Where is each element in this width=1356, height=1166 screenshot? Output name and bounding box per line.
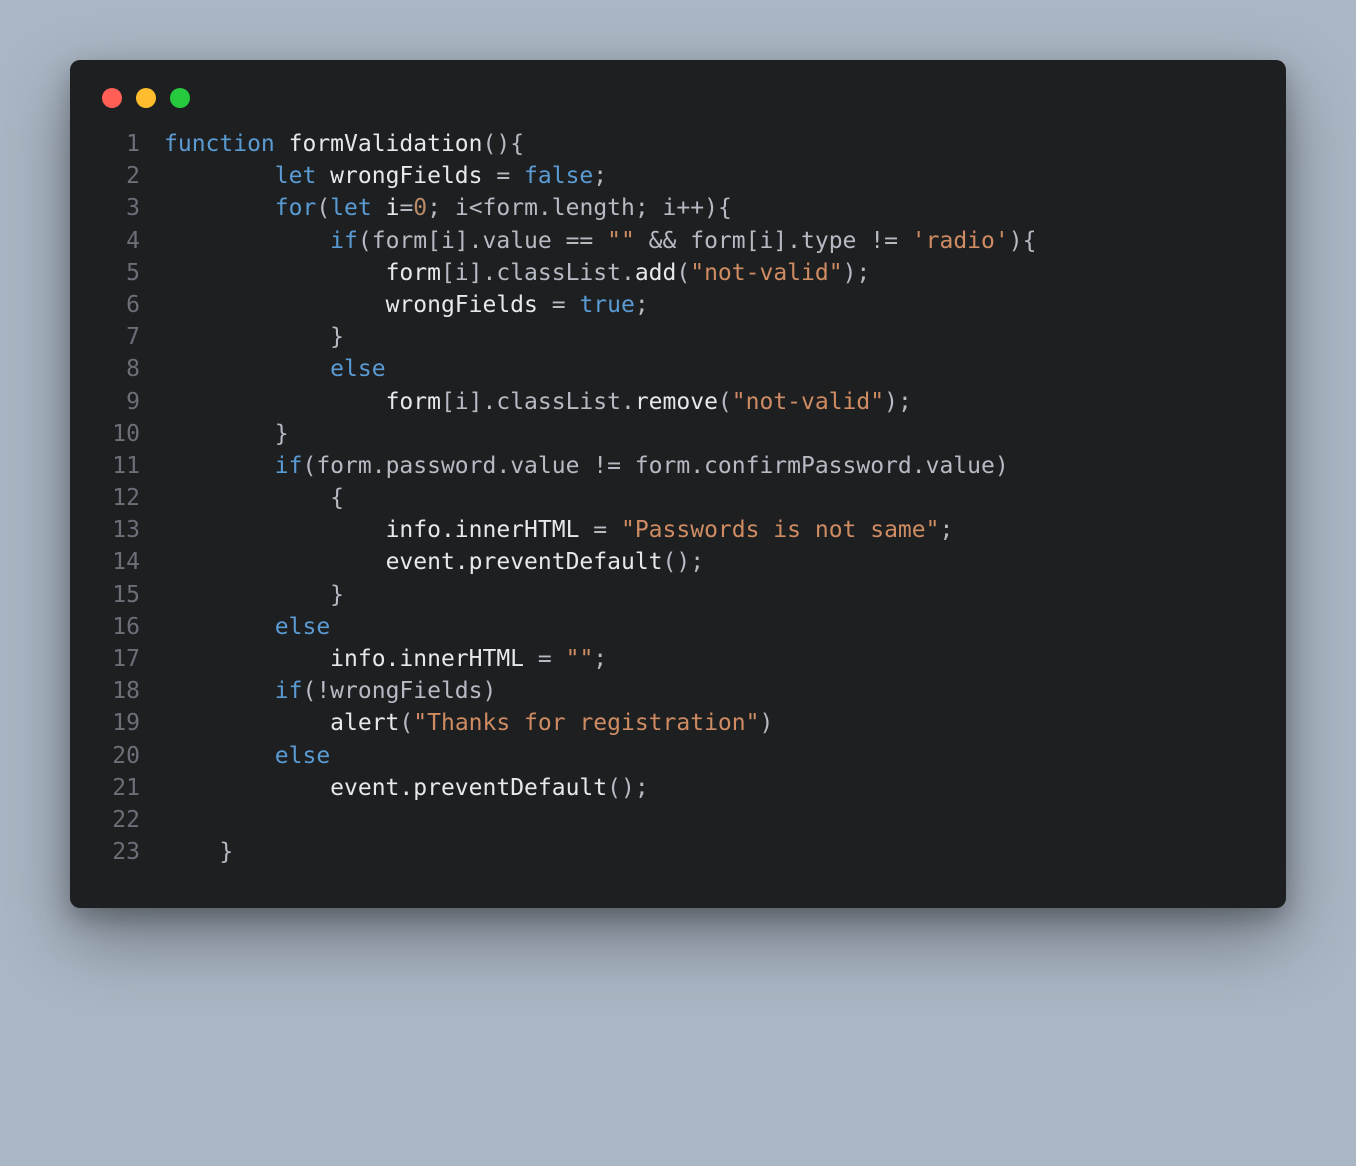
line-number: 16 xyxy=(90,611,164,643)
line-source: if(form[i].value == "" && form[i].type !… xyxy=(164,225,1250,257)
code-line: 13 info.innerHTML = "Passwords is not sa… xyxy=(90,514,1250,546)
line-number: 9 xyxy=(90,386,164,418)
line-source: if(form.password.value != form.confirmPa… xyxy=(164,450,1250,482)
line-source: if(!wrongFields) xyxy=(164,675,1250,707)
code-area[interactable]: 1function formValidation(){2 let wrongFi… xyxy=(70,122,1286,868)
line-number: 2 xyxy=(90,160,164,192)
code-line: 9 form[i].classList.remove("not-valid"); xyxy=(90,386,1250,418)
code-line: 18 if(!wrongFields) xyxy=(90,675,1250,707)
line-number: 7 xyxy=(90,321,164,353)
line-source: wrongFields = true; xyxy=(164,289,1250,321)
code-line: 23 } xyxy=(90,836,1250,868)
line-number: 22 xyxy=(90,804,164,836)
line-number: 14 xyxy=(90,546,164,578)
minimize-icon[interactable] xyxy=(136,88,156,108)
window-titlebar xyxy=(70,60,1286,122)
code-line: 4 if(form[i].value == "" && form[i].type… xyxy=(90,225,1250,257)
line-source: event.preventDefault(); xyxy=(164,772,1250,804)
code-line: 11 if(form.password.value != form.confir… xyxy=(90,450,1250,482)
editor-window: 1function formValidation(){2 let wrongFi… xyxy=(70,60,1286,908)
code-line: 6 wrongFields = true; xyxy=(90,289,1250,321)
code-line: 7 } xyxy=(90,321,1250,353)
line-source: form[i].classList.add("not-valid"); xyxy=(164,257,1250,289)
line-source: form[i].classList.remove("not-valid"); xyxy=(164,386,1250,418)
code-line: 12 { xyxy=(90,482,1250,514)
line-number: 5 xyxy=(90,257,164,289)
code-line: 14 event.preventDefault(); xyxy=(90,546,1250,578)
code-line: 10 } xyxy=(90,418,1250,450)
line-number: 13 xyxy=(90,514,164,546)
line-number: 23 xyxy=(90,836,164,868)
line-number: 18 xyxy=(90,675,164,707)
code-line: 8 else xyxy=(90,353,1250,385)
line-number: 1 xyxy=(90,128,164,160)
line-number: 15 xyxy=(90,579,164,611)
line-number: 19 xyxy=(90,707,164,739)
line-source: event.preventDefault(); xyxy=(164,546,1250,578)
line-source: alert("Thanks for registration") xyxy=(164,707,1250,739)
close-icon[interactable] xyxy=(102,88,122,108)
line-source: } xyxy=(164,418,1250,450)
line-source: let wrongFields = false; xyxy=(164,160,1250,192)
code-line: 15 } xyxy=(90,579,1250,611)
line-source: { xyxy=(164,482,1250,514)
line-source: } xyxy=(164,836,1250,868)
line-source: } xyxy=(164,579,1250,611)
code-line: 5 form[i].classList.add("not-valid"); xyxy=(90,257,1250,289)
line-number: 10 xyxy=(90,418,164,450)
line-number: 20 xyxy=(90,740,164,772)
line-source: for(let i=0; i<form.length; i++){ xyxy=(164,192,1250,224)
line-source: else xyxy=(164,611,1250,643)
line-number: 8 xyxy=(90,353,164,385)
line-number: 17 xyxy=(90,643,164,675)
line-number: 4 xyxy=(90,225,164,257)
line-source: else xyxy=(164,740,1250,772)
line-number: 6 xyxy=(90,289,164,321)
line-source: info.innerHTML = "Passwords is not same"… xyxy=(164,514,1250,546)
line-number: 21 xyxy=(90,772,164,804)
code-line: 1function formValidation(){ xyxy=(90,128,1250,160)
line-source: info.innerHTML = ""; xyxy=(164,643,1250,675)
code-line: 17 info.innerHTML = ""; xyxy=(90,643,1250,675)
code-line: 22 xyxy=(90,804,1250,836)
line-number: 11 xyxy=(90,450,164,482)
line-source xyxy=(164,804,1250,836)
code-line: 3 for(let i=0; i<form.length; i++){ xyxy=(90,192,1250,224)
line-source: } xyxy=(164,321,1250,353)
code-line: 21 event.preventDefault(); xyxy=(90,772,1250,804)
code-line: 2 let wrongFields = false; xyxy=(90,160,1250,192)
line-source: function formValidation(){ xyxy=(164,128,1250,160)
maximize-icon[interactable] xyxy=(170,88,190,108)
line-number: 3 xyxy=(90,192,164,224)
line-source: else xyxy=(164,353,1250,385)
code-line: 19 alert("Thanks for registration") xyxy=(90,707,1250,739)
code-line: 20 else xyxy=(90,740,1250,772)
code-line: 16 else xyxy=(90,611,1250,643)
line-number: 12 xyxy=(90,482,164,514)
